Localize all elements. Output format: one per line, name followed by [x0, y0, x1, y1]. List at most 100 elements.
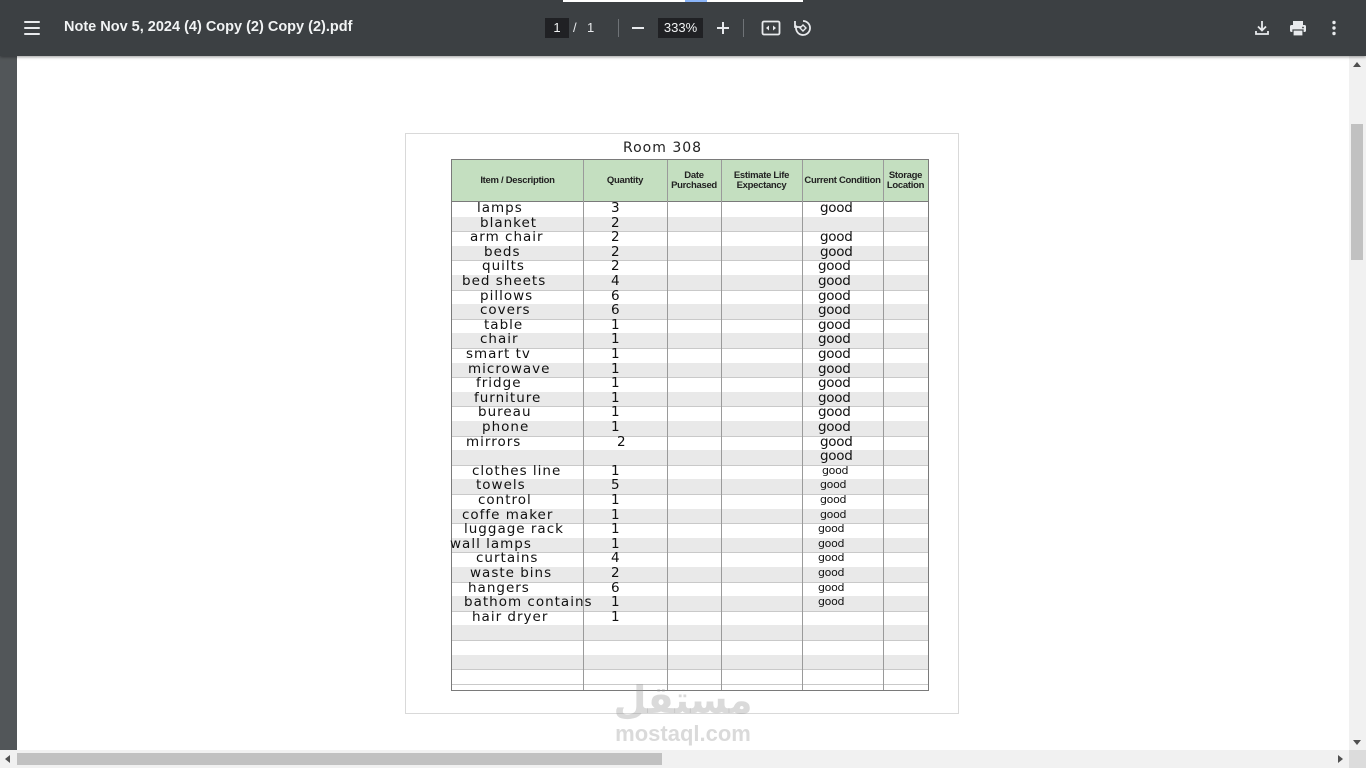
item-condition: good — [818, 375, 851, 392]
column-divider — [802, 160, 803, 690]
loading-progress-bar — [563, 0, 803, 2]
item-quantity: 5 — [611, 477, 621, 494]
row-stripe — [452, 625, 928, 640]
item-quantity: 3 — [611, 200, 621, 216]
item-description: towels — [476, 477, 526, 494]
row-divider — [452, 318, 928, 320]
item-description: hangers — [468, 579, 530, 596]
page-number-input[interactable] — [545, 18, 569, 38]
item-quantity: 2 — [611, 565, 621, 581]
item-condition: good — [818, 419, 851, 435]
scroll-down-icon[interactable] — [1353, 740, 1361, 745]
menu-icon[interactable] — [18, 14, 46, 42]
item-description: lamps — [477, 200, 523, 216]
inventory-table: Item / Description Quantity Date Purchas… — [450, 159, 929, 691]
scroll-left-icon[interactable] — [5, 755, 10, 763]
item-description: covers — [480, 302, 531, 319]
toolbar-divider — [743, 19, 744, 37]
page-total: 1 — [587, 20, 595, 35]
column-header: Date Purchased — [667, 160, 721, 202]
item-description: arm chair — [470, 229, 544, 246]
item-condition: good — [818, 273, 851, 289]
item-description: beds — [484, 243, 521, 260]
item-quantity: 1 — [611, 462, 621, 479]
scrollbar-corner — [1349, 750, 1366, 768]
row-divider — [452, 377, 928, 379]
item-description: furniture — [474, 389, 542, 406]
item-condition: good — [818, 536, 845, 550]
item-condition: good — [818, 360, 851, 377]
item-condition: good — [818, 522, 845, 536]
zoom-level-input[interactable] — [658, 18, 703, 38]
progress-fill — [685, 0, 707, 2]
item-condition: good — [818, 389, 851, 406]
item-quantity: 1 — [611, 346, 621, 362]
document-title: Note Nov 5, 2024 (4) Copy (2) Copy (2).p… — [64, 19, 353, 35]
item-quantity: 6 — [611, 302, 621, 319]
item-condition: good — [818, 566, 845, 579]
item-quantity: 4 — [611, 550, 621, 567]
item-description: chair — [480, 331, 519, 348]
item-description: coffe maker — [462, 506, 554, 523]
fit-page-icon[interactable] — [759, 16, 783, 40]
column-header: Item / Description — [452, 160, 583, 202]
item-description: smart tv — [466, 346, 531, 362]
column-divider — [883, 160, 884, 690]
item-quantity: 1 — [611, 360, 621, 377]
item-quantity: 1 — [611, 331, 621, 348]
item-quantity: 4 — [611, 273, 621, 289]
item-description: luggage rack — [464, 521, 564, 538]
row-divider — [452, 435, 928, 437]
item-description: hair dryer — [472, 608, 549, 625]
item-quantity: 1 — [611, 506, 621, 523]
item-quantity: 1 — [611, 316, 621, 333]
column-header: Current Condition — [802, 160, 883, 202]
page-separator: / — [573, 20, 577, 35]
rotate-icon[interactable] — [791, 16, 815, 40]
item-description: clothes line — [472, 462, 562, 479]
item-description: quilts — [482, 258, 525, 275]
item-condition: good — [820, 478, 847, 492]
item-quantity: 2 — [611, 243, 621, 260]
item-description: pillows — [480, 287, 534, 304]
item-condition: good — [818, 346, 851, 362]
item-quantity: 1 — [611, 608, 621, 625]
download-icon[interactable] — [1250, 16, 1274, 40]
item-quantity: 1 — [611, 404, 621, 421]
vertical-scrollbar[interactable] — [1349, 56, 1366, 750]
item-condition: good — [820, 229, 853, 246]
item-condition: good — [818, 580, 845, 594]
zoom-in-icon[interactable] — [711, 16, 735, 40]
horizontal-scroll-thumb[interactable] — [17, 753, 662, 765]
row-divider — [452, 683, 928, 685]
item-description: wall lamps — [450, 535, 532, 552]
item-quantity: 2 — [611, 258, 621, 275]
item-condition: good — [820, 448, 853, 465]
more-options-icon[interactable] — [1322, 16, 1346, 40]
item-description: bureau — [478, 404, 532, 421]
scroll-up-icon[interactable] — [1353, 62, 1361, 67]
item-quantity: 1 — [611, 521, 621, 538]
zoom-out-icon[interactable] — [626, 16, 650, 40]
item-condition: good — [820, 200, 853, 216]
item-condition: good — [820, 433, 853, 450]
horizontal-scrollbar[interactable] — [0, 750, 1349, 768]
print-icon[interactable] — [1286, 16, 1310, 40]
item-condition: good — [818, 258, 851, 275]
item-condition: good — [818, 551, 845, 565]
item-description: microwave — [468, 360, 551, 377]
item-quantity: 1 — [611, 492, 621, 508]
item-description: waste bins — [470, 565, 553, 581]
item-description: fridge — [476, 375, 522, 392]
vertical-scroll-thumb[interactable] — [1351, 124, 1363, 260]
item-description: control — [478, 492, 532, 508]
item-condition: good — [822, 463, 849, 477]
row-stripe — [452, 654, 928, 670]
item-condition: good — [818, 316, 851, 333]
item-quantity: 2 — [617, 433, 627, 450]
item-condition: good — [818, 404, 851, 421]
item-description: curtains — [476, 550, 539, 567]
item-condition: good — [820, 243, 853, 260]
item-description: phone — [482, 419, 530, 435]
scroll-right-icon[interactable] — [1338, 755, 1343, 763]
